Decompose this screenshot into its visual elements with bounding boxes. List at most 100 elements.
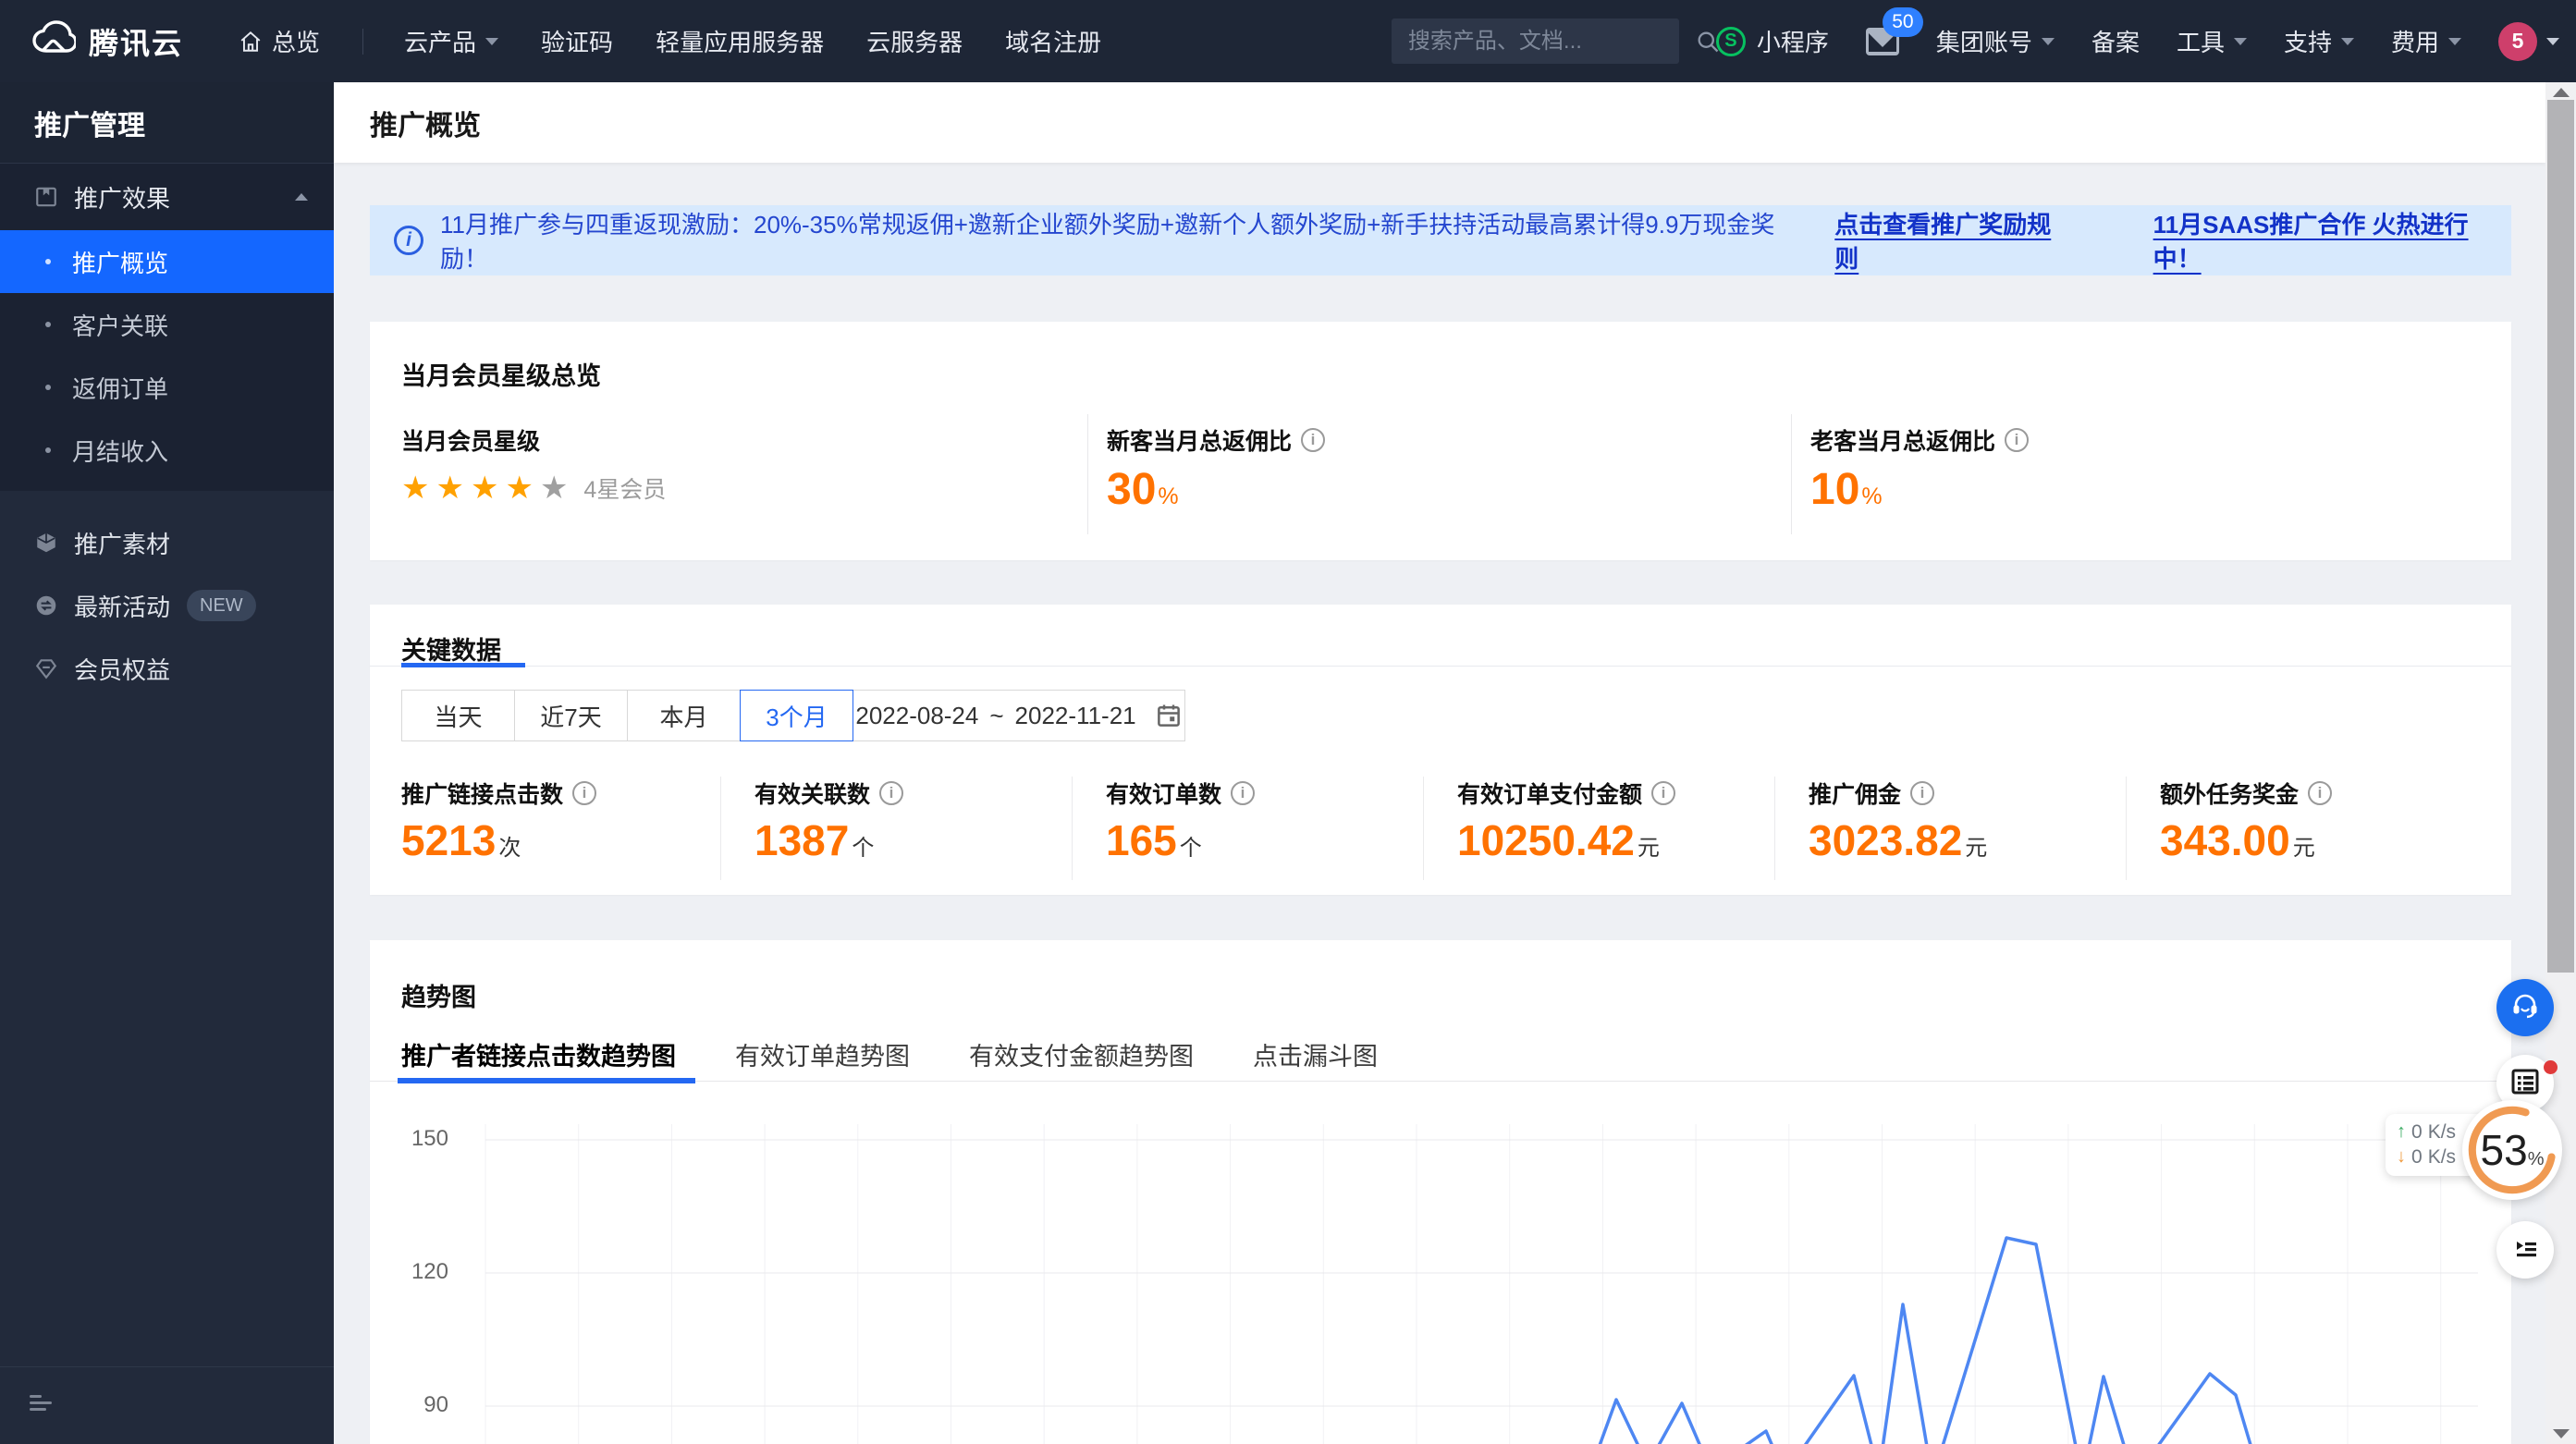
caret-down-icon bbox=[2233, 37, 2247, 45]
search-input[interactable] bbox=[1407, 28, 1695, 55]
date-range-filter: 当天 近7天 本月 3个月 2022-08-24 ~ 2022-11-21 bbox=[401, 690, 1185, 741]
mail-badge: 50 bbox=[1882, 6, 1923, 37]
date-range-picker[interactable]: 2022-08-24 ~ 2022-11-21 bbox=[853, 690, 1185, 741]
sidebar-item-promo-overview[interactable]: 推广概览 bbox=[0, 230, 334, 293]
page-title: 推广概览 bbox=[370, 110, 481, 141]
nav-billing[interactable]: 费用 bbox=[2391, 24, 2461, 58]
nav-lighthouse[interactable]: 轻量应用服务器 bbox=[656, 24, 824, 58]
sidebar-item-monthly-income[interactable]: 月结收入 bbox=[0, 419, 334, 482]
notification-dot bbox=[2544, 1060, 2558, 1074]
scrollbar-thumb[interactable] bbox=[2547, 100, 2574, 973]
info-icon[interactable]: i bbox=[1651, 781, 1676, 805]
range-tab-today[interactable]: 当天 bbox=[401, 690, 515, 741]
date-end: 2022-11-21 bbox=[1014, 701, 1136, 729]
nav-tools[interactable]: 工具 bbox=[2177, 24, 2247, 58]
nav-cloud-products[interactable]: 云产品 bbox=[404, 24, 499, 58]
bullet-dot bbox=[45, 447, 51, 453]
main-content: i 11月推广参与四重返现激励：20%-35%常规返佣+邀新企业额外奖励+邀新个… bbox=[334, 163, 2545, 1444]
stat-valid-relations: 有效关联数 i 1387 个 bbox=[721, 777, 1073, 880]
stats-row: 推广链接点击数 i 5213 次 有效关联数 i 1387 个 有效订单数 i 165 个 … bbox=[370, 777, 2511, 880]
nav-divider bbox=[362, 28, 364, 55]
range-tab-3months[interactable]: 3个月 bbox=[740, 690, 853, 741]
date-separator: ~ bbox=[989, 701, 1004, 729]
sidebar-item-promo-effect[interactable]: 推广效果 bbox=[0, 164, 334, 230]
progress-gauge-widget[interactable]: 53% bbox=[2462, 1100, 2562, 1200]
key-data-title-underline bbox=[370, 663, 2511, 667]
nav-miniprogram[interactable]: S 小程序 bbox=[1715, 24, 1829, 58]
page-header: 推广概览 bbox=[334, 82, 2545, 163]
range-tab-month[interactable]: 本月 bbox=[627, 690, 741, 741]
logo-text: 腾讯云 bbox=[89, 26, 184, 60]
info-icon[interactable]: i bbox=[879, 781, 904, 805]
trend-chart: 150 120 90 bbox=[398, 1109, 2487, 1444]
nav-overview[interactable]: 总览 bbox=[239, 24, 320, 58]
panel-toggle-button[interactable] bbox=[2496, 1221, 2554, 1279]
info-icon[interactable]: i bbox=[2005, 428, 2030, 452]
search-box[interactable] bbox=[1391, 18, 1719, 64]
info-icon[interactable]: i bbox=[572, 781, 597, 805]
range-tab-7days[interactable]: 近7天 bbox=[514, 690, 628, 741]
nav-icp[interactable]: 备案 bbox=[2091, 24, 2140, 58]
trend-chart-card: 趋势图 推广者链接点击数趋势图 有效订单趋势图 有效支付金额趋势图 点击漏斗图 … bbox=[370, 940, 2511, 1444]
info-icon: i bbox=[394, 226, 423, 255]
sidebar-group-promo-effect: 推广效果 推广概览 客户关联 返佣订单 月结收入 bbox=[0, 164, 334, 491]
nav-cvm[interactable]: 云服务器 bbox=[866, 24, 963, 58]
tab-link-clicks-trend[interactable]: 推广者链接点击数趋势图 bbox=[401, 1036, 676, 1072]
stat-order-amount: 有效订单支付金额 i 10250.42 元 bbox=[1424, 777, 1775, 880]
star-icon: ★ bbox=[470, 471, 506, 506]
member-star-card: 当月会员星级总览 当月会员星级 ★ ★ ★ ★ ★ 4星会员 新客当月总返佣比 … bbox=[370, 322, 2511, 560]
caret-down-icon bbox=[2041, 37, 2055, 45]
sidebar-item-rebate-orders[interactable]: 返佣订单 bbox=[0, 356, 334, 419]
upload-speed: 0 bbox=[2411, 1120, 2423, 1143]
sidebar: 推广管理 推广效果 推广概览 客户关联 返佣订单 月结收入 推广素材 最新活动 … bbox=[0, 82, 334, 1444]
nav-group-account[interactable]: 集团账号 bbox=[1936, 24, 2055, 58]
new-customer-rebate-block: 新客当月总返佣比 i 30% bbox=[1087, 414, 1791, 534]
info-icon[interactable]: i bbox=[1231, 781, 1256, 805]
window-bookmark-icon bbox=[34, 185, 58, 209]
info-icon[interactable]: i bbox=[1301, 428, 1326, 452]
bullet-dot bbox=[45, 322, 51, 327]
tencent-cloud-logo[interactable]: 腾讯云 bbox=[28, 20, 183, 63]
top-nav-bar: 腾讯云 总览 云产品 验证码 轻量应用服务器 云服务器 域名注册 S 小程序 bbox=[0, 0, 2576, 82]
miniprogram-icon: S bbox=[1715, 26, 1746, 56]
nav-domain[interactable]: 域名注册 bbox=[1005, 24, 1101, 58]
tab-payment-amount-trend[interactable]: 有效支付金额趋势图 bbox=[969, 1036, 1194, 1072]
sidebar-item-latest-activities[interactable]: 最新活动 NEW bbox=[0, 574, 334, 637]
star-rating: ★ ★ ★ ★ ★ 4星会员 bbox=[401, 470, 1087, 507]
stat-commission: 推广佣金 i 3023.82 元 bbox=[1775, 777, 2127, 880]
scroll-up-arrow[interactable] bbox=[2553, 88, 2570, 97]
sidebar-item-member-benefits[interactable]: 会员权益 bbox=[0, 637, 334, 700]
nav-captcha[interactable]: 验证码 bbox=[541, 24, 613, 58]
tab-valid-orders-trend[interactable]: 有效订单趋势图 bbox=[735, 1036, 910, 1072]
member-level-text: 4星会员 bbox=[583, 477, 667, 503]
star-icon: ★ bbox=[505, 471, 540, 506]
notice-link-saas[interactable]: 11月SAAS推广合作 火热进行中！ bbox=[2153, 206, 2511, 275]
bullet-dot bbox=[45, 259, 51, 264]
scroll-down-arrow[interactable] bbox=[2553, 1429, 2570, 1438]
bullet-dot bbox=[45, 385, 51, 390]
nav-support[interactable]: 支持 bbox=[2284, 24, 2354, 58]
notice-link-rules[interactable]: 点击查看推广奖励规则 bbox=[1834, 206, 2071, 275]
caret-down-icon bbox=[2448, 37, 2461, 45]
customer-service-button[interactable] bbox=[2496, 979, 2554, 1036]
account-menu[interactable]: 5 bbox=[2498, 21, 2559, 61]
key-data-card: 关键数据 当天 近7天 本月 3个月 2022-08-24 ~ 2022-11-… bbox=[370, 605, 2511, 895]
tab-click-funnel[interactable]: 点击漏斗图 bbox=[1253, 1036, 1378, 1072]
sidebar-item-promo-materials[interactable]: 推广素材 bbox=[0, 511, 334, 574]
member-card-title: 当月会员星级总览 bbox=[401, 362, 601, 390]
new-badge: NEW bbox=[187, 590, 256, 621]
info-icon[interactable]: i bbox=[1910, 781, 1935, 805]
calendar-icon bbox=[1155, 702, 1183, 729]
sidebar-item-customer-relation[interactable]: 客户关联 bbox=[0, 293, 334, 356]
stat-link-clicks: 推广链接点击数 i 5213 次 bbox=[370, 777, 721, 880]
star-icon: ★ bbox=[401, 471, 436, 506]
info-icon[interactable]: i bbox=[2308, 781, 2333, 805]
old-customer-rebate-block: 老客当月总返佣比 i 10% bbox=[1791, 414, 2511, 534]
new-rebate-value: 30 bbox=[1107, 465, 1157, 514]
avatar[interactable]: 5 bbox=[2498, 21, 2537, 61]
message-center-button[interactable]: 50 bbox=[1865, 6, 1923, 55]
cloud-logo-icon bbox=[28, 20, 78, 62]
feedback-form-icon bbox=[2509, 1066, 2541, 1102]
star-icon: ★ bbox=[539, 471, 575, 506]
collapse-sidebar-icon[interactable] bbox=[28, 1393, 54, 1418]
